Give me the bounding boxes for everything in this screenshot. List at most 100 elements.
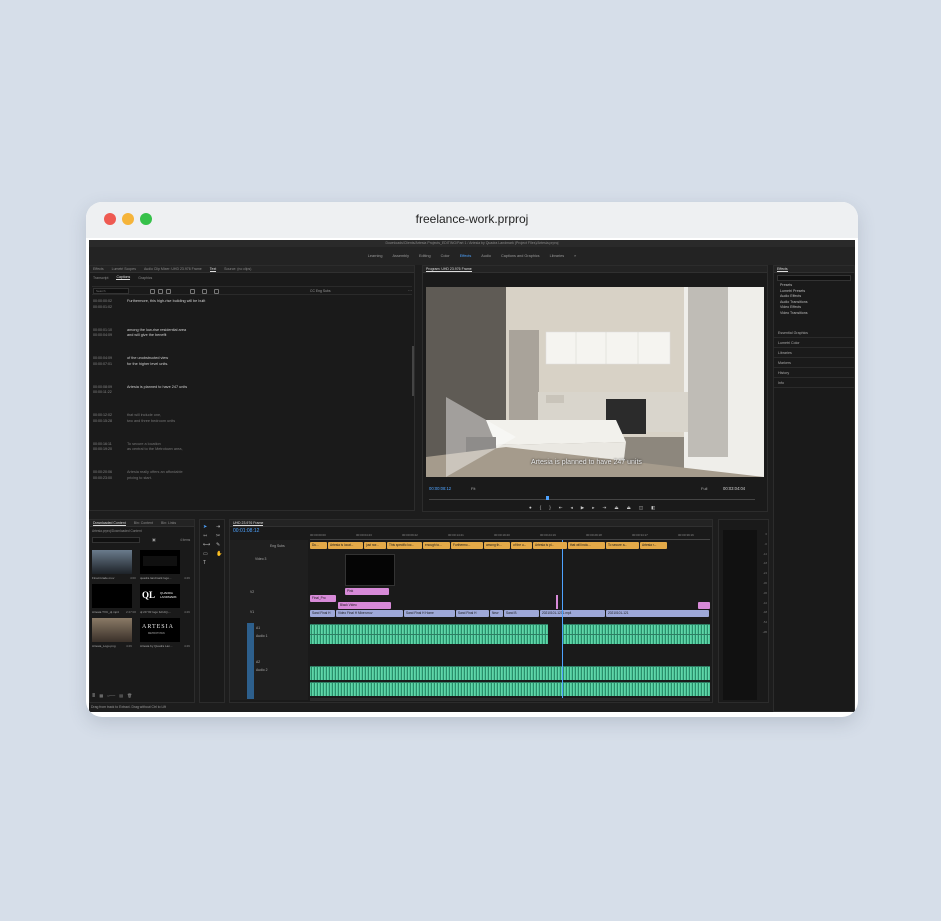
workspace-tab-editing[interactable]: Editing bbox=[419, 254, 431, 258]
comparison-icon[interactable]: ◧ bbox=[651, 505, 655, 511]
position-icon[interactable] bbox=[202, 289, 207, 294]
thumbnail-artesia-quadra[interactable]: ARTESIA METROTOWN bbox=[140, 618, 180, 642]
track-video-3[interactable]: Video 3 bbox=[255, 557, 266, 561]
fit-dropdown[interactable]: Fit bbox=[471, 486, 475, 491]
workspace-tab-learning[interactable]: Learning bbox=[368, 254, 383, 258]
timeline-scrollbar[interactable] bbox=[310, 698, 710, 701]
caption-clip[interactable]: To secure a... bbox=[606, 542, 639, 549]
icon-view-icon[interactable]: ▦ bbox=[99, 693, 103, 699]
step-back-icon[interactable]: ◂ bbox=[571, 505, 573, 511]
track-a1[interactable]: A1 bbox=[256, 626, 260, 630]
program-scrub-bar[interactable] bbox=[429, 499, 755, 500]
workspace-menu-icon[interactable]: » bbox=[574, 254, 576, 258]
effects-folder[interactable]: Video Transitions bbox=[774, 311, 854, 317]
refresh-icon[interactable] bbox=[166, 289, 171, 294]
workspace-tab-color[interactable]: Color bbox=[441, 254, 450, 258]
caption-text[interactable]: Artesia really offers an affordable pric… bbox=[127, 470, 267, 481]
caption-row[interactable]: 00:00:04:09 00:00:07:01 of the unobstruct… bbox=[90, 356, 412, 378]
align-icon[interactable] bbox=[190, 289, 195, 294]
subtab-transcript[interactable]: Transcript bbox=[93, 276, 108, 280]
video-clip[interactable]: 20210101-1231.mp4 bbox=[540, 610, 605, 617]
video-clip[interactable]: Sand Final H bbox=[310, 610, 335, 617]
rectangle-tool-icon[interactable]: ▭ bbox=[203, 551, 213, 557]
caption-text[interactable]: Artesia is planned to have 247 units bbox=[127, 385, 267, 391]
program-timecode[interactable]: 00:00:08:12 bbox=[429, 486, 451, 491]
track-v2[interactable]: V2 bbox=[250, 590, 254, 594]
caption-clip[interactable]: This specific loc... bbox=[387, 542, 422, 549]
thumbnail-final-grade[interactable] bbox=[92, 550, 132, 574]
mark-in-icon[interactable]: { bbox=[540, 505, 542, 511]
workspace-tab-effects[interactable]: Effects bbox=[460, 254, 472, 258]
subtab-captions[interactable]: Captions bbox=[116, 275, 131, 280]
caption-clip[interactable]: Du... bbox=[310, 542, 327, 549]
caption-clip[interactable]: of the u... bbox=[511, 542, 532, 549]
caption-text[interactable]: Furthermore, this high-rise building wil… bbox=[127, 299, 267, 305]
playhead-marker[interactable] bbox=[546, 496, 549, 500]
caption-clip[interactable]: that will inclu... bbox=[568, 542, 605, 549]
audio-clip-a2-1[interactable] bbox=[310, 666, 710, 680]
caption-text[interactable]: To secure a location as central to the M… bbox=[127, 442, 267, 453]
effects-search-input[interactable] bbox=[777, 275, 851, 281]
thumbnail-artesia-logo-png[interactable] bbox=[92, 618, 132, 642]
tab-effects[interactable]: Effects bbox=[777, 267, 788, 272]
workspace-tab-captions[interactable]: Captions and Graphics bbox=[501, 254, 540, 258]
track-a2[interactable]: A2 bbox=[256, 660, 260, 664]
clip-pink[interactable]: Pink bbox=[345, 588, 389, 595]
clip-black-video[interactable]: Black Video bbox=[338, 602, 391, 609]
merge-icon[interactable] bbox=[150, 289, 155, 294]
tab-program[interactable]: Program: UHD 23.976 Frame bbox=[426, 267, 472, 272]
clip-final-pro[interactable]: Final_Pro bbox=[310, 595, 336, 602]
zoom-slider[interactable]: ○── bbox=[107, 693, 115, 699]
go-to-out-icon[interactable]: ⇥ bbox=[603, 505, 607, 511]
hand-tool-icon[interactable]: ✋ bbox=[216, 551, 226, 557]
side-panel-link[interactable]: Markers bbox=[774, 358, 854, 368]
side-panel-link[interactable]: History bbox=[774, 368, 854, 378]
caption-clip[interactable]: Artesia r... bbox=[640, 542, 667, 549]
extract-icon[interactable]: ⏏ bbox=[627, 505, 631, 511]
trash-icon[interactable]: 🗑 bbox=[127, 693, 132, 699]
program-video-frame[interactable]: Artesia is planned to have 247 units bbox=[426, 287, 764, 477]
new-bin-icon[interactable]: ▣ bbox=[152, 537, 156, 542]
play-icon[interactable]: ▶ bbox=[581, 505, 584, 511]
caption-row[interactable]: 00:00:16:11 00:00:19:20 To secure a locat… bbox=[90, 442, 412, 464]
clip-pink-end[interactable] bbox=[698, 602, 710, 609]
track-eng-subs[interactable]: Eng Subs bbox=[270, 544, 285, 548]
video-clip[interactable]: New bbox=[490, 610, 503, 617]
track-select-icon[interactable]: ⇥ bbox=[216, 524, 226, 530]
caption-row[interactable]: 00:00:00:02 00:00:01:02 Furthermore, this… bbox=[90, 299, 412, 321]
selection-tool-icon[interactable]: ➤ bbox=[203, 524, 213, 530]
list-view-icon[interactable]: ≣ bbox=[92, 693, 95, 699]
workspace-tab-libraries[interactable]: Libraries bbox=[550, 254, 565, 258]
thumbnail-artesia-tvc[interactable] bbox=[92, 584, 132, 608]
more-options-icon[interactable]: ⋯ bbox=[408, 288, 412, 293]
timeline-playhead[interactable] bbox=[562, 540, 563, 700]
tab-text[interactable]: Text bbox=[209, 267, 217, 272]
captions-scrollbar[interactable] bbox=[412, 346, 414, 396]
workspace-tab-assembly[interactable]: Assembly bbox=[393, 254, 409, 258]
video-clip[interactable]: Sand B bbox=[504, 610, 539, 617]
caption-row[interactable]: 00:00:12:02 00:00:15:28 that will include… bbox=[90, 413, 412, 435]
workspace-tab-audio[interactable]: Audio bbox=[481, 254, 491, 258]
timeline-timecode[interactable]: 00:01:08:12 bbox=[233, 528, 259, 534]
step-forward-icon[interactable]: ▸ bbox=[592, 505, 594, 511]
side-panel-link[interactable]: Lumetri Color bbox=[774, 338, 854, 348]
caption-row[interactable]: 00:00:20:06 00:00:23:00 Artesia really of… bbox=[90, 470, 412, 492]
audio-clip-a1-1[interactable] bbox=[310, 624, 548, 634]
audio-clip-a2-2[interactable] bbox=[310, 682, 710, 696]
tab-bin-content[interactable]: Bin: Content bbox=[134, 521, 153, 525]
track-v1[interactable]: V1 bbox=[250, 610, 254, 614]
caption-text[interactable]: that will include one, two and three bed… bbox=[127, 413, 267, 424]
caption-row[interactable]: 00:00:01:10 00:00:04:09 among the low-ris… bbox=[90, 328, 412, 350]
audio-clip-a1-2[interactable] bbox=[310, 634, 548, 644]
audio-clip-a1-4[interactable] bbox=[562, 634, 710, 644]
quality-dropdown[interactable]: Full bbox=[701, 486, 707, 491]
slip-tool-icon[interactable]: ⟷ bbox=[203, 542, 213, 548]
caption-text[interactable]: of the unobstructed view for the higher … bbox=[127, 356, 267, 367]
lift-icon[interactable]: ⏏ bbox=[614, 505, 618, 511]
caption-clip[interactable]: enough to... bbox=[423, 542, 450, 549]
caption-clip[interactable]: just nor... bbox=[364, 542, 386, 549]
caption-clip[interactable]: among th... bbox=[484, 542, 510, 549]
thumbnail-quadra-logo[interactable] bbox=[140, 550, 180, 574]
caption-clip[interactable]: Artesia is pl... bbox=[533, 542, 567, 549]
video-clip[interactable]: Sand Final H bbox=[456, 610, 489, 617]
